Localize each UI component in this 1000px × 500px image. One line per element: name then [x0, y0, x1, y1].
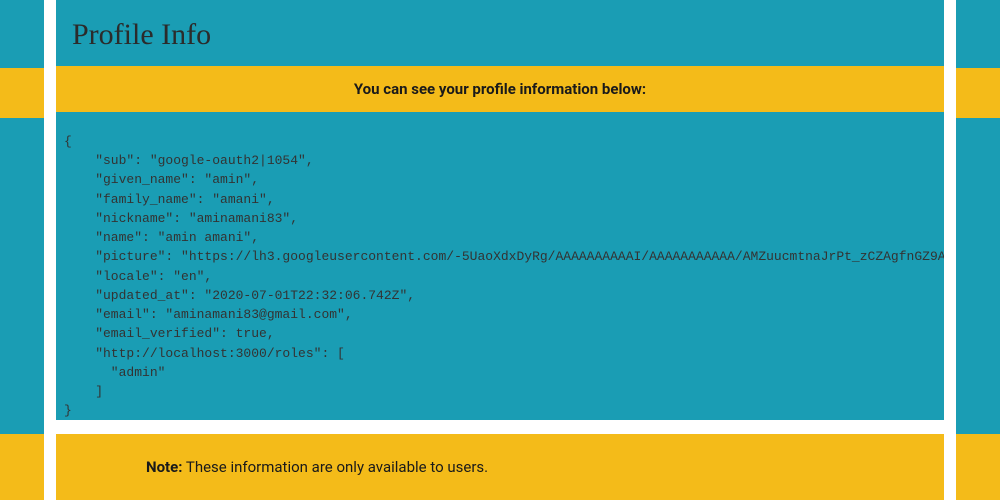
note-bar: Note: These information are only availab…: [56, 434, 944, 500]
decorative-column-right: [944, 0, 956, 500]
decorative-column-left: [44, 0, 56, 500]
spacer: [56, 420, 944, 434]
subtitle-bar: You can see your profile information bel…: [56, 66, 944, 112]
note-text: These information are only available to …: [182, 458, 488, 476]
page-title: Profile Info: [56, 0, 944, 66]
profile-json-block[interactable]: { "sub": "google-oauth2|1054", "given_na…: [56, 126, 944, 420]
main-content: Profile Info You can see your profile in…: [56, 0, 944, 500]
note-label: Note:: [146, 458, 182, 476]
